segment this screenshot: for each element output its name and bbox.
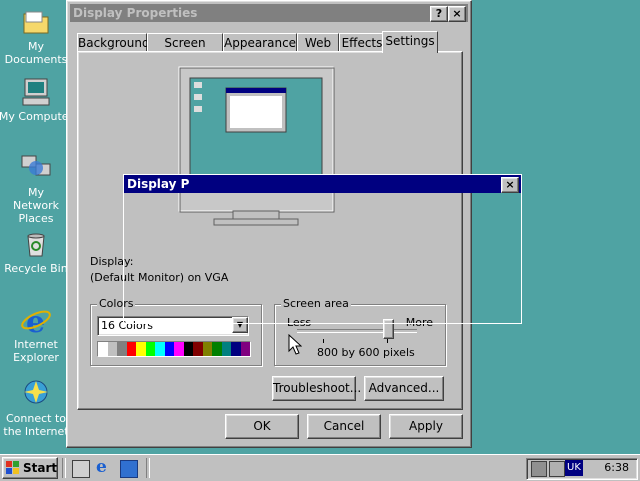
slider-more-label: More <box>405 316 433 329</box>
desktop-icon-label: My Computer <box>0 110 74 123</box>
internet-explorer-icon: e <box>20 304 52 340</box>
display-tray-icon[interactable] <box>549 461 565 477</box>
network-icon <box>20 152 52 184</box>
slider-tick-right <box>387 339 388 343</box>
title-bar[interactable]: Display Properties ? × <box>70 4 468 22</box>
desktop-icon-label: Connect to the Internet <box>3 412 69 438</box>
svg-text:e: e <box>26 305 45 336</box>
language-indicator[interactable]: UK <box>565 460 583 476</box>
taskbar-separator <box>146 458 150 478</box>
tab-screen-saver[interactable]: Screen Saver <box>147 33 223 68</box>
mouse-cursor-icon <box>288 333 303 359</box>
folder-icon <box>20 6 52 38</box>
taskbar: Start e UK 6:38 <box>0 454 640 481</box>
colors-group: Colors 16 Colors ▼ <box>90 297 262 366</box>
colors-dropdown[interactable]: 16 Colors ▼ <box>97 316 249 336</box>
close-button[interactable]: × <box>448 6 466 22</box>
computer-icon <box>20 76 52 108</box>
desktop-icon-network[interactable]: My Network Places <box>0 152 74 225</box>
show-desktop-icon[interactable] <box>72 460 90 478</box>
desktop-icon-my-computer[interactable]: My Computer <box>0 76 74 123</box>
start-button[interactable]: Start <box>2 457 58 479</box>
tab-background[interactable]: Background <box>77 33 150 52</box>
screen-area-group-label: Screen area <box>281 297 351 310</box>
desktop-icon-my-documents[interactable]: My Documents <box>0 6 74 66</box>
troubleshoot-button[interactable]: Troubleshoot... <box>272 376 361 401</box>
resolution-slider-thumb[interactable] <box>383 319 394 339</box>
desktop-icon-label: My Documents <box>4 40 68 66</box>
desktop-icon-internet-explorer[interactable]: e Internet Explorer <box>0 304 74 364</box>
network-tray-icon[interactable] <box>531 461 547 477</box>
windows-logo-icon <box>6 461 20 475</box>
desktop-icon-recycle-bin[interactable]: Recycle Bin <box>0 228 74 275</box>
tab-appearance[interactable]: Appearance <box>223 33 297 52</box>
cancel-button[interactable]: Cancel <box>307 414 381 439</box>
slider-tick-left <box>323 339 324 343</box>
display-value: (Default Monitor) on VGA <box>90 271 229 284</box>
resolution-value: 800 by 600 pixels <box>317 346 415 359</box>
system-tray: UK 6:38 <box>526 458 638 480</box>
tab-web[interactable]: Web <box>297 33 339 52</box>
apply-button[interactable]: Apply <box>389 414 463 439</box>
monitor-preview <box>178 66 338 236</box>
recycle-bin-icon <box>20 228 52 260</box>
desktop-icon-connect[interactable]: Connect to the Internet <box>0 378 74 438</box>
outlook-express-icon[interactable] <box>120 460 138 478</box>
colors-group-label: Colors <box>97 297 136 310</box>
tab-effects[interactable]: Effects <box>339 33 385 52</box>
clock[interactable]: 6:38 <box>604 461 629 474</box>
display-properties-window: Display Properties ? × Background Screen… <box>66 0 472 448</box>
settings-panel: Display: (Default Monitor) on VGA Colors… <box>77 51 463 410</box>
advanced-button[interactable]: Advanced... <box>364 376 444 401</box>
chevron-down-icon[interactable]: ▼ <box>232 317 248 333</box>
slider-less-label: Less <box>287 316 312 329</box>
colors-dropdown-value: 16 Colors <box>101 319 153 332</box>
start-label: Start <box>23 461 58 475</box>
tab-settings[interactable]: Settings <box>382 31 438 53</box>
resolution-slider-track[interactable] <box>297 329 417 333</box>
connect-wizard-icon <box>20 378 52 410</box>
color-palette-bar <box>97 341 251 357</box>
display-label: Display: <box>90 255 134 268</box>
help-button[interactable]: ? <box>430 6 448 22</box>
close-icon: × <box>501 177 519 193</box>
desktop-icon-label: Recycle Bin <box>4 262 68 275</box>
desktop-icon-label: Internet Explorer <box>13 338 59 364</box>
taskbar-separator <box>62 458 66 478</box>
internet-explorer-icon[interactable]: e <box>96 457 107 477</box>
window-title: Display Properties <box>73 6 198 20</box>
ok-button[interactable]: OK <box>225 414 299 439</box>
desktop-icon-label: My Network Places <box>13 186 59 225</box>
